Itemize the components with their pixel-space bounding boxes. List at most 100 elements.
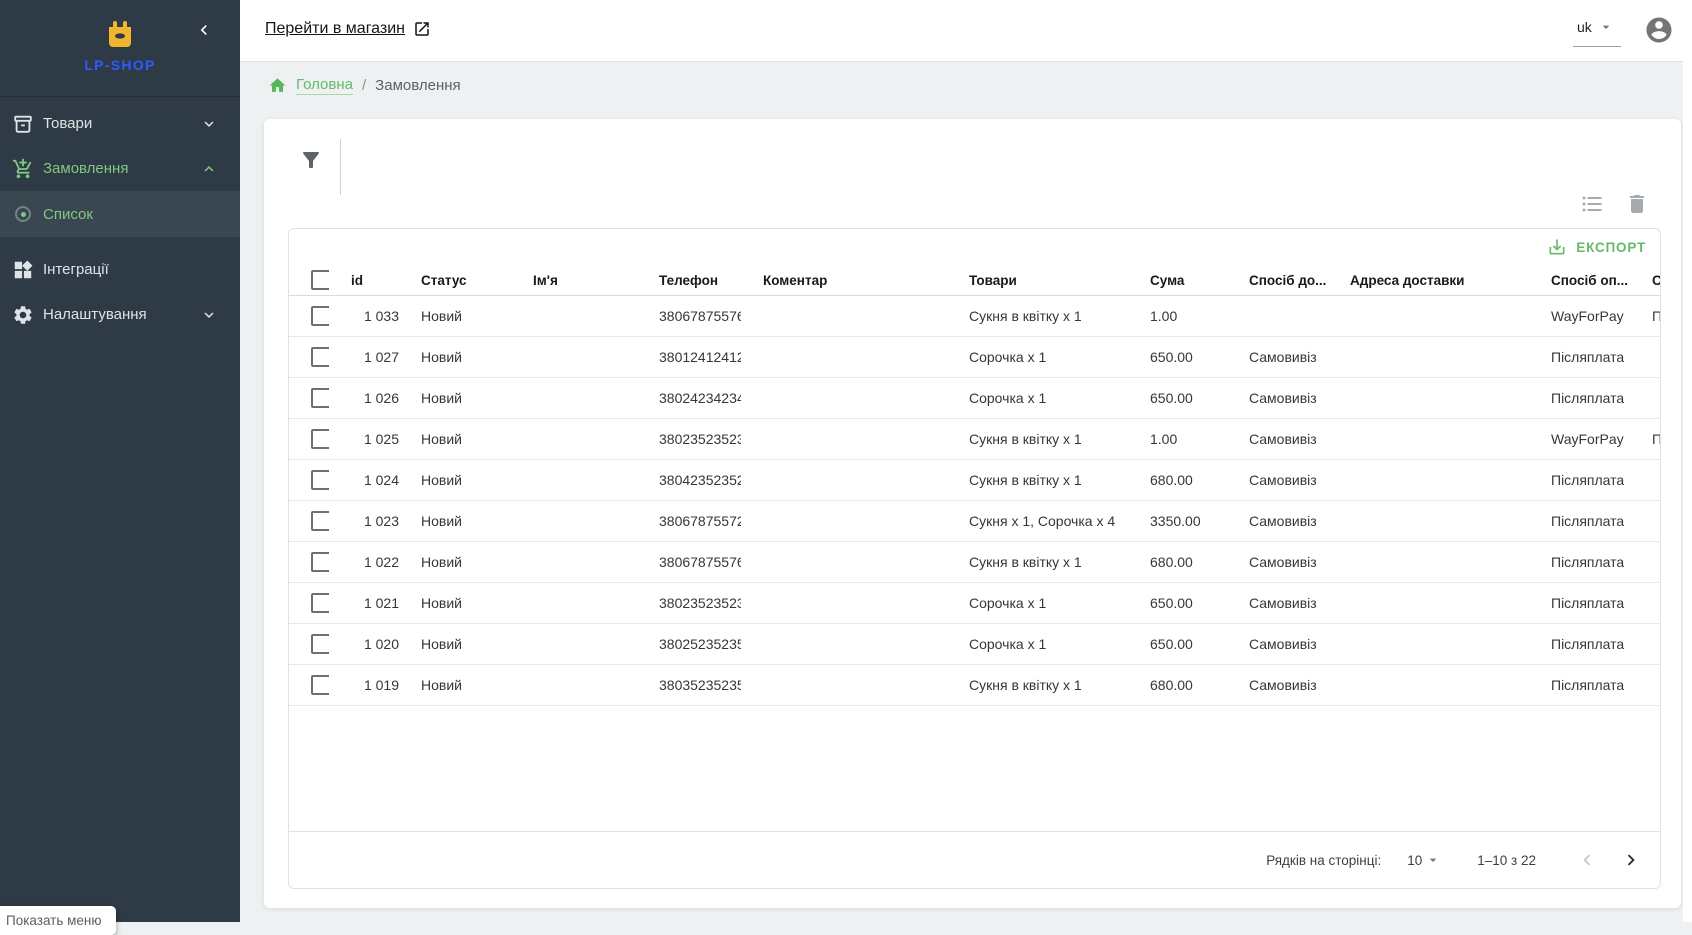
topbar: Перейти в магазин uk (240, 0, 1692, 62)
breadcrumb-current: Замовлення (375, 77, 460, 94)
breadcrumb-separator: / (362, 77, 366, 94)
table-row[interactable]: 1 025 Новий 380235235235 Сукня в квітку … (289, 419, 1661, 460)
cell-id: 1 027 (329, 337, 399, 378)
table-row[interactable]: 1 021 Новий 380235235235 Сорочка x 1 650… (289, 583, 1661, 624)
row-checkbox[interactable] (311, 388, 329, 408)
column-list-icon[interactable] (1580, 192, 1604, 216)
table-row[interactable]: 1 022 Новий 380678755765 Сукня в квітку … (289, 542, 1661, 583)
cell-address (1328, 419, 1529, 460)
table-row[interactable]: 1 019 Новий 380352352353 Сукня в квітку … (289, 665, 1661, 706)
sidebar-nav: Товари Замовлення Список Інт (0, 101, 240, 337)
pagination-range: 1–10 з 22 (1477, 853, 1536, 868)
cell-status: Новий (399, 296, 511, 337)
sidebar-item-products[interactable]: Товари (0, 101, 240, 146)
sidebar-divider (0, 96, 240, 97)
row-checkbox[interactable] (311, 552, 329, 572)
cell-delivery: Самовивіз (1227, 501, 1328, 542)
table-row[interactable]: 1 027 Новий 380124124124 Сорочка x 1 650… (289, 337, 1661, 378)
sidebar-item-orders[interactable]: Замовлення (0, 146, 240, 191)
cell-payment-status (1630, 378, 1661, 419)
cell-comment (741, 337, 947, 378)
scrollbar-track[interactable] (1683, 61, 1692, 922)
sidebar-item-integrations[interactable]: Інтеграції (0, 247, 240, 292)
cell-status: Новий (399, 460, 511, 501)
cell-sum: 650.00 (1128, 378, 1227, 419)
row-checkbox[interactable] (311, 470, 329, 490)
account-avatar[interactable] (1644, 15, 1674, 45)
sidebar-item-orders-list[interactable]: Список (0, 191, 240, 237)
cell-payment-status (1630, 501, 1661, 542)
filter-funnel-icon[interactable] (299, 148, 323, 172)
orders-table-card: ЕКСПОРТ id Статус Ім'я Телефон К (288, 228, 1661, 889)
language-select[interactable]: uk (1577, 19, 1614, 35)
cell-products: Сукня x 1, Сорочка x 4 (947, 501, 1128, 542)
go-to-shop-link[interactable]: Перейти в магазин (265, 20, 431, 38)
row-checkbox[interactable] (311, 675, 329, 695)
col-header-delivery[interactable]: Спосіб до... (1227, 265, 1328, 296)
cell-comment (741, 583, 947, 624)
cell-phone: 380242342342 (637, 378, 741, 419)
col-header-payment-status[interactable]: Ст (1630, 265, 1661, 296)
col-header-phone[interactable]: Телефон (637, 265, 741, 296)
export-button[interactable]: ЕКСПОРТ (1547, 237, 1646, 257)
sidebar-collapse-button[interactable] (194, 20, 214, 40)
main-content: Головна / Замовлення ЕКСПОРТ (240, 62, 1692, 922)
sidebar-item-label: Налаштування (43, 306, 147, 323)
cell-sum: 650.00 (1128, 624, 1227, 665)
table-header-row: id Статус Ім'я Телефон Коментар Товари С… (289, 265, 1661, 296)
cell-payment-status (1630, 337, 1661, 378)
col-header-comment[interactable]: Коментар (741, 265, 947, 296)
table-row[interactable]: 1 020 Новий 380252352352 Сорочка x 1 650… (289, 624, 1661, 665)
col-header-name[interactable]: Ім'я (511, 265, 637, 296)
cell-address (1328, 665, 1529, 706)
language-value: uk (1577, 19, 1592, 35)
cell-sum: 1.00 (1128, 296, 1227, 337)
cell-status: Новий (399, 501, 511, 542)
cell-name (511, 378, 637, 419)
cell-comment (741, 665, 947, 706)
table-row[interactable]: 1 024 Новий 380423523523 Сукня в квітку … (289, 460, 1661, 501)
row-checkbox[interactable] (311, 593, 329, 613)
cell-status: Новий (399, 378, 511, 419)
row-checkbox[interactable] (311, 347, 329, 367)
row-checkbox[interactable] (311, 306, 329, 326)
logo-text: LP-SHOP (0, 57, 240, 73)
language-select-underline (1573, 46, 1621, 47)
bullet-dot-icon (11, 202, 35, 226)
row-checkbox[interactable] (311, 429, 329, 449)
open-in-new-icon (413, 20, 431, 38)
gear-icon (11, 303, 35, 327)
trash-icon[interactable] (1625, 192, 1649, 216)
col-header-address[interactable]: Адреса доставки (1328, 265, 1529, 296)
cell-address (1328, 378, 1529, 419)
table-row[interactable]: 1 033 Новий 380678755765 Сукня в квітку … (289, 296, 1661, 337)
show-menu-tooltip: Показать меню (0, 906, 116, 935)
select-all-checkbox[interactable] (311, 270, 329, 290)
rows-per-page-select[interactable]: 10 (1407, 852, 1441, 868)
cell-status: Новий (399, 665, 511, 706)
cell-id: 1 025 (329, 419, 399, 460)
table-toolbar: ЕКСПОРТ (289, 229, 1660, 265)
cell-payment: Післяплата (1529, 337, 1630, 378)
col-header-products[interactable]: Товари (947, 265, 1128, 296)
row-checkbox[interactable] (311, 634, 329, 654)
previous-page-button (1574, 847, 1600, 873)
cell-sum: 680.00 (1128, 460, 1227, 501)
cell-delivery: Самовивіз (1227, 542, 1328, 583)
next-page-button[interactable] (1618, 847, 1644, 873)
breadcrumb: Головна / Замовлення (268, 76, 461, 95)
breadcrumb-home-link[interactable]: Головна (296, 76, 353, 95)
table-row[interactable]: 1 026 Новий 380242342342 Сорочка x 1 650… (289, 378, 1661, 419)
col-header-id[interactable]: id (329, 265, 399, 296)
sidebar-item-label: Замовлення (43, 160, 128, 177)
cell-payment-status: Пі (1630, 419, 1661, 460)
table-row[interactable]: 1 023 Новий 380678755722 Сукня x 1, Соро… (289, 501, 1661, 542)
col-header-sum[interactable]: Сума (1128, 265, 1227, 296)
col-header-payment[interactable]: Спосіб оп... (1529, 265, 1630, 296)
cell-delivery: Самовивіз (1227, 337, 1328, 378)
row-checkbox[interactable] (311, 511, 329, 531)
sidebar-item-settings[interactable]: Налаштування (0, 292, 240, 337)
cell-status: Новий (399, 337, 511, 378)
cell-payment: Післяплата (1529, 378, 1630, 419)
col-header-status[interactable]: Статус (399, 265, 511, 296)
